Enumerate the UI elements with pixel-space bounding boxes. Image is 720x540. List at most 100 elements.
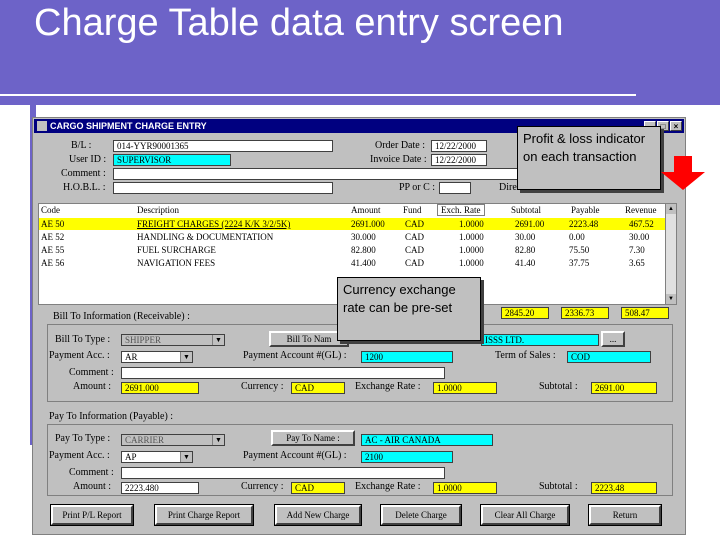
pay-payment-account-gl-input[interactable]: 2100: [361, 451, 453, 463]
scroll-up-icon[interactable]: ▲: [666, 204, 676, 214]
column-header[interactable]: Description: [137, 204, 179, 216]
pay-to-name-button[interactable]: Pay To Name :: [271, 430, 355, 446]
user-id-label: User ID :: [69, 154, 107, 165]
pay-payment-acc-value: AP: [125, 452, 137, 462]
bill-payment-account-gl-label: Payment Account #(GL) :: [243, 350, 347, 361]
table-cell: NAVIGATION FEES: [137, 258, 216, 268]
bill-comment-input[interactable]: [121, 367, 445, 379]
window-title: CARGO SHIPMENT CHARGE ENTRY: [50, 121, 207, 131]
red-arrow-shaft: [674, 156, 692, 172]
table-cell: AE 56: [41, 258, 65, 268]
table-cell: HANDLING & DOCUMENTATION: [137, 232, 274, 242]
print-pl-report-button[interactable]: Print P/L Report: [50, 504, 134, 526]
profit-loss-callout: Profit & loss indicator on each transact…: [517, 126, 661, 190]
bill-payment-acc-select[interactable]: AR ▼: [121, 351, 193, 363]
column-header[interactable]: Amount: [351, 204, 381, 216]
currency-exchange-callout: Currency exchange rate can be pre-set: [337, 277, 481, 341]
chevron-down-icon[interactable]: ▼: [180, 352, 192, 362]
table-row[interactable]: AE 56 NAVIGATION FEES 41.400 CAD 1.0000 …: [39, 257, 667, 269]
column-header[interactable]: Code: [41, 204, 60, 216]
table-cell: 1.0000: [459, 219, 484, 229]
column-header[interactable]: Payable: [571, 204, 600, 216]
pp-or-c-label: PP or C :: [399, 182, 436, 193]
table-row[interactable]: AE 50 FREIGHT CHARGES (2224 K/K 3/2/5K) …: [39, 218, 667, 230]
pay-to-type-label: Pay To Type :: [55, 433, 111, 444]
table-cell: 3.65: [629, 258, 645, 268]
pay-to-type-select[interactable]: CARRIER ▼: [121, 434, 225, 446]
invoice-date-input[interactable]: 12/22/2000: [431, 154, 487, 166]
comment-input[interactable]: [113, 168, 523, 180]
bill-subtotal-input[interactable]: 2691.00: [591, 382, 657, 394]
grid-header: Code Description Amount Fund Exch. Rate …: [39, 204, 669, 216]
bill-payment-acc-label: Payment Acc. :: [49, 350, 110, 361]
table-cell: 82.80: [515, 245, 536, 255]
return-button[interactable]: Return: [588, 504, 662, 526]
bill-to-browse-button[interactable]: ...: [601, 331, 625, 347]
pay-to-section-label: Pay To Information (Payable) :: [49, 411, 174, 422]
table-cell: 37.75: [569, 258, 590, 268]
slide-title: Charge Table data entry screen: [34, 2, 564, 44]
hobl-input[interactable]: [113, 182, 333, 194]
pay-to-name-input[interactable]: AC - AIR CANADA: [361, 434, 493, 446]
pp-or-c-input[interactable]: [439, 182, 471, 194]
pay-to-type-value: CARRIER: [125, 435, 165, 445]
close-button[interactable]: ×: [670, 121, 682, 131]
bill-currency-input[interactable]: CAD: [291, 382, 345, 394]
table-row[interactable]: AE 52 HANDLING & DOCUMENTATION 30.000 CA…: [39, 231, 667, 243]
table-row[interactable]: AE 55 FUEL SURCHARGE 82.800 CAD 1.0000 8…: [39, 244, 667, 256]
add-new-charge-button[interactable]: Add New Charge: [274, 504, 362, 526]
pay-amount-input[interactable]: 2223.480: [121, 482, 199, 494]
bill-amount-input[interactable]: 2691.000: [121, 382, 199, 394]
bl-input[interactable]: 014-YYR90001365: [113, 140, 333, 152]
pay-currency-label: Currency :: [241, 481, 284, 492]
chevron-down-icon[interactable]: ▼: [212, 435, 224, 445]
table-cell: 7.30: [629, 245, 645, 255]
column-header[interactable]: Subtotal: [511, 204, 541, 216]
clear-all-charge-button[interactable]: Clear All Charge: [480, 504, 570, 526]
pay-subtotal-label: Subtotal :: [539, 481, 578, 492]
grid-scrollbar[interactable]: ▲ ▼: [665, 204, 676, 304]
column-header[interactable]: Fund: [403, 204, 422, 216]
bill-currency-label: Currency :: [241, 381, 284, 392]
comment-label: Comment :: [61, 168, 106, 179]
bill-payment-account-gl-input[interactable]: 1200: [361, 351, 453, 363]
pay-comment-input[interactable]: [121, 467, 445, 479]
bl-label: B/L :: [71, 140, 92, 151]
pay-subtotal-input[interactable]: 2223.48: [591, 482, 657, 494]
bill-exchange-rate-input[interactable]: 1.0000: [433, 382, 497, 394]
pay-currency-input[interactable]: CAD: [291, 482, 345, 494]
order-date-input[interactable]: 12/22/2000: [431, 140, 487, 152]
pay-payment-account-gl-label: Payment Account #(GL) :: [243, 450, 347, 461]
user-id-input[interactable]: SUPERVISOR: [113, 154, 231, 166]
pay-payment-acc-label: Payment Acc. :: [49, 450, 110, 461]
column-header[interactable]: Revenue: [625, 204, 657, 216]
table-cell: 30.000: [351, 232, 376, 242]
pay-payment-acc-select[interactable]: AP ▼: [121, 451, 193, 463]
bill-to-type-label: Bill To Type :: [55, 334, 111, 345]
table-cell: AE 52: [41, 232, 65, 242]
pay-comment-label: Comment :: [69, 467, 114, 478]
table-cell: CAD: [405, 219, 425, 229]
table-cell: CAD: [405, 232, 425, 242]
bill-to-section-label: Bill To Information (Receivable) :: [53, 311, 190, 322]
pay-amount-label: Amount :: [73, 481, 112, 492]
window-menu-icon[interactable]: [37, 121, 47, 131]
term-of-sales-input[interactable]: COD: [567, 351, 651, 363]
table-cell: 1.0000: [459, 258, 484, 268]
pay-exchange-rate-input[interactable]: 1.0000: [433, 482, 497, 494]
table-cell: 2691.000: [351, 219, 385, 229]
table-cell: 41.400: [351, 258, 376, 268]
scroll-down-icon[interactable]: ▼: [666, 294, 676, 304]
print-charge-report-button[interactable]: Print Charge Report: [154, 504, 254, 526]
table-cell: CAD: [405, 245, 425, 255]
bill-to-name-input[interactable]: ISSS LTD.: [481, 334, 599, 346]
table-cell: 467.52: [629, 219, 654, 229]
column-header[interactable]: Exch. Rate: [437, 204, 485, 216]
chevron-down-icon[interactable]: ▼: [180, 452, 192, 462]
delete-charge-button[interactable]: Delete Charge: [380, 504, 462, 526]
chevron-down-icon[interactable]: ▼: [212, 335, 224, 345]
bill-subtotal-label: Subtotal :: [539, 381, 578, 392]
bill-to-type-select[interactable]: SHIPPER ▼: [121, 334, 225, 346]
pay-exchange-rate-label: Exchange Rate :: [355, 481, 421, 492]
table-cell: CAD: [405, 258, 425, 268]
